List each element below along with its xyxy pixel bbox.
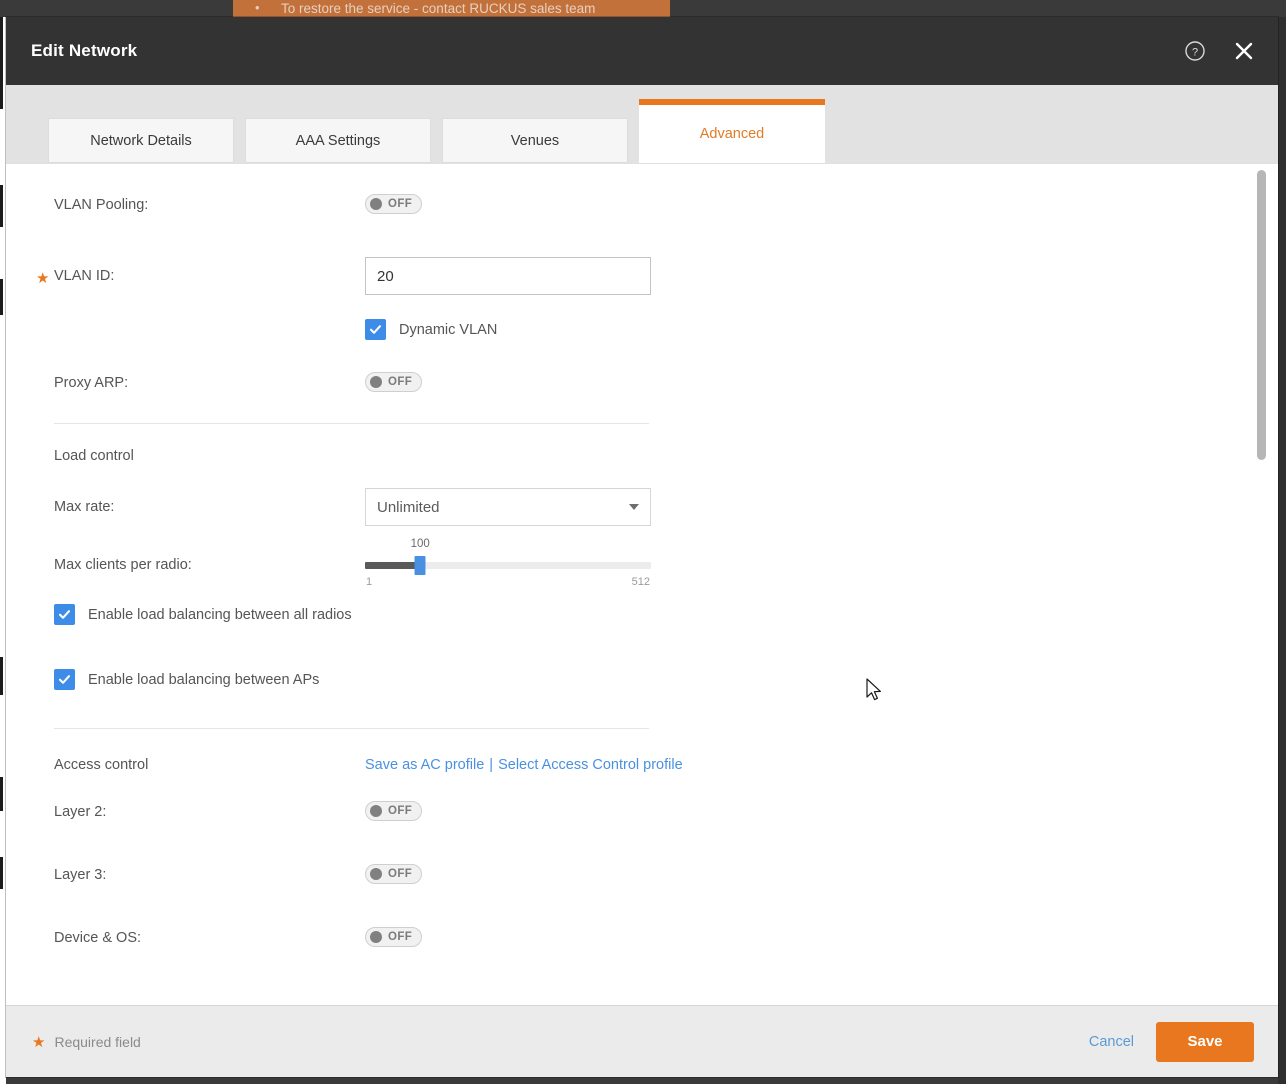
max-rate-label: Max rate: — [54, 499, 115, 515]
field-dynamic-vlan: Dynamic VLAN — [6, 319, 1278, 342]
load-balance-radios-checkbox[interactable]: Enable load balancing between all radios — [54, 604, 352, 625]
checkbox-checked-icon — [54, 669, 75, 690]
max-rate-value: Unlimited — [377, 498, 440, 516]
max-clients-label: Max clients per radio: — [54, 557, 192, 573]
select-access-control-profile-link[interactable]: Select Access Control profile — [498, 757, 683, 773]
tab-bar: Network Details AAA Settings Venues Adva… — [6, 85, 1278, 163]
vlan-id-label: ★ VLAN ID: — [36, 268, 365, 287]
field-layer2: Layer 2: OFF — [6, 801, 1278, 822]
layer2-label: Layer 2: — [54, 803, 107, 820]
body-scrollbar-thumb[interactable] — [1257, 170, 1266, 460]
tab-venues-label: Venues — [510, 132, 560, 149]
field-vlan-pooling: VLAN Pooling: OFF — [6, 194, 1278, 215]
dialog-footer: ★ Required field Cancel Save — [6, 1005, 1278, 1077]
tab-advanced[interactable]: Advanced — [639, 99, 825, 163]
help-circle-icon[interactable]: ? — [1184, 40, 1206, 62]
toggle-knob — [370, 805, 382, 817]
field-layer3: Layer 3: OFF — [6, 864, 1278, 885]
svg-text:?: ? — [1192, 47, 1198, 59]
required-star-icon: ★ — [36, 270, 50, 287]
field-access-control-links: Access control Save as AC profile | Sele… — [6, 757, 1278, 773]
layer2-toggle[interactable]: OFF — [365, 801, 422, 821]
required-field-note: ★ Required field — [32, 1033, 141, 1051]
load-balance-aps-checkbox[interactable]: Enable load balancing between APs — [54, 669, 319, 690]
proxy-arp-toggle-state: OFF — [388, 376, 413, 388]
background-right-edge — [1278, 17, 1286, 1084]
load-balance-radios-label: Enable load balancing between all radios — [88, 606, 352, 623]
field-device-os: Device & OS: OFF — [6, 927, 1278, 948]
toggle-knob — [370, 931, 382, 943]
load-control-title: Load control — [54, 448, 134, 464]
dialog-body: VLAN Pooling: OFF ★ VLAN ID: 20 Dynamic … — [6, 163, 1278, 1005]
tab-network-details-label: Network Details — [90, 132, 192, 149]
slider-fill — [365, 562, 421, 569]
dynamic-vlan-checkbox[interactable]: Dynamic VLAN — [365, 319, 497, 340]
tab-advanced-label: Advanced — [699, 126, 765, 142]
slider-thumb[interactable] — [414, 556, 426, 575]
tab-aaa-settings[interactable]: AAA Settings — [245, 118, 431, 163]
vlan-id-input[interactable] — [365, 257, 651, 295]
vlan-pooling-toggle[interactable]: OFF — [365, 194, 422, 214]
field-max-clients: Max clients per radio: 100 1 512 — [6, 538, 1278, 592]
access-control-link-group: Save as AC profile | Select Access Contr… — [365, 757, 1278, 773]
max-clients-value: 100 — [410, 538, 430, 550]
layer3-label: Layer 3: — [54, 866, 107, 883]
vlan-pooling-label: VLAN Pooling: — [54, 196, 149, 213]
slider-min-label: 1 — [366, 576, 373, 588]
banner-bullet: • — [255, 0, 260, 15]
slider-max-label: 512 — [631, 576, 650, 588]
required-field-text: Required field — [54, 1033, 141, 1050]
access-control-title: Access control — [54, 757, 149, 773]
service-banner: • To restore the service - contact RUCKU… — [233, 0, 670, 17]
field-max-rate: Max rate: Unlimited — [6, 488, 1278, 526]
dialog-title: Edit Network — [31, 41, 138, 60]
toggle-knob — [370, 868, 382, 880]
layer2-toggle-state: OFF — [388, 805, 413, 817]
required-star-icon: ★ — [32, 1033, 46, 1051]
footer-actions: Cancel Save — [1089, 1021, 1254, 1062]
field-load-balance-aps: Enable load balancing between APs — [6, 669, 1278, 692]
load-balance-aps-label: Enable load balancing between APs — [88, 671, 320, 688]
layer3-toggle-state: OFF — [388, 868, 413, 880]
banner-text: To restore the service - contact RUCKUS … — [281, 1, 596, 16]
close-icon[interactable] — [1232, 39, 1256, 63]
checkbox-checked-icon — [54, 604, 75, 625]
device-os-label: Device & OS: — [54, 929, 142, 946]
toggle-knob — [370, 198, 382, 210]
toggle-knob — [370, 376, 382, 388]
slider-track[interactable] — [365, 556, 651, 575]
advanced-form: VLAN Pooling: OFF ★ VLAN ID: 20 Dynamic … — [6, 164, 1278, 978]
layer3-toggle[interactable]: OFF — [365, 864, 422, 884]
field-vlan-id: ★ VLAN ID: — [6, 257, 1278, 295]
vlan-pooling-toggle-state: OFF — [388, 198, 413, 210]
page-root: • To restore the service - contact RUCKU… — [0, 0, 1286, 1084]
device-os-toggle[interactable]: OFF — [365, 927, 422, 947]
proxy-arp-toggle[interactable]: OFF — [365, 372, 422, 392]
tab-venues[interactable]: Venues — [442, 118, 628, 163]
save-as-ac-profile-link[interactable]: Save as AC profile — [365, 757, 484, 773]
tab-network-details[interactable]: Network Details — [48, 118, 234, 163]
max-clients-slider[interactable]: 100 1 512 — [365, 538, 651, 592]
vlan-id-label-text: VLAN ID: — [54, 268, 115, 284]
checkbox-checked-icon — [365, 319, 386, 340]
field-load-balance-radios: Enable load balancing between all radios — [6, 604, 1278, 627]
chevron-down-icon — [629, 504, 639, 510]
proxy-arp-label: Proxy ARP: — [54, 374, 129, 391]
dialog-header-actions: ? — [1184, 39, 1256, 63]
tab-aaa-settings-label: AAA Settings — [295, 132, 381, 149]
body-scrollbar-track[interactable] — [1257, 164, 1273, 1005]
cancel-button[interactable]: Cancel — [1089, 1034, 1134, 1050]
max-rate-select[interactable]: Unlimited — [365, 488, 651, 526]
field-proxy-arp: Proxy ARP: OFF — [6, 372, 1278, 393]
dialog-header: Edit Network ? — [6, 17, 1278, 85]
device-os-toggle-state: OFF — [388, 931, 413, 943]
dynamic-vlan-label: Dynamic VLAN — [399, 321, 498, 338]
edit-network-dialog: Edit Network ? Network Details AAA Setti… — [6, 17, 1278, 1077]
link-separator: | — [489, 757, 494, 773]
save-button[interactable]: Save — [1156, 1021, 1254, 1062]
